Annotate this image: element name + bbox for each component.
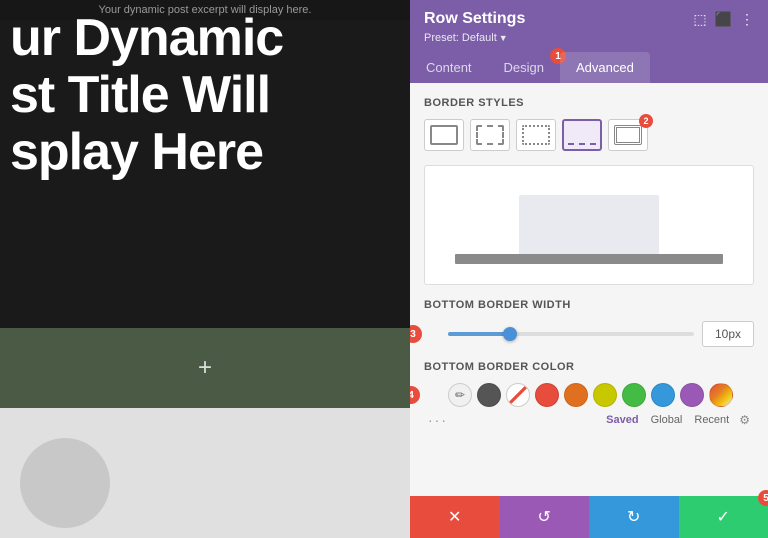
panel-tabs: Content Design 1 Advanced (410, 52, 768, 83)
reset-button[interactable]: ↺ (500, 496, 590, 538)
preview-area: Your dynamic post excerpt will display h… (0, 0, 410, 538)
color-swatch-green[interactable] (622, 383, 646, 407)
solid-border-icon (430, 125, 458, 145)
border-width-slider-row: 3 10px (424, 321, 754, 347)
color-swatches: 4 ✏ (424, 383, 754, 407)
border-double-button[interactable]: 2 (608, 119, 648, 151)
border-width-label: Bottom Border Width (424, 299, 754, 311)
color-swatch-blue[interactable] (651, 383, 675, 407)
color-swatch-red[interactable] (535, 383, 559, 407)
panel-title: Row Settings (424, 10, 525, 28)
columns-icon[interactable]: ⬛ (715, 11, 732, 28)
saved-button[interactable]: Saved (600, 412, 644, 428)
border-dotted-button[interactable] (516, 119, 556, 151)
border-styles-label: Border Styles (424, 97, 754, 109)
border-styles-group: 2 (424, 119, 754, 151)
preview-title: ur Dynamic st Title Will splay Here (0, 0, 303, 192)
resize-icon[interactable]: ⬚ (693, 11, 706, 28)
border-width-badge: 3 (410, 325, 422, 343)
border-width-slider[interactable] (448, 332, 694, 336)
bottom-dashed-border-icon (568, 125, 596, 145)
color-swatch-dark[interactable] (477, 383, 501, 407)
save-button[interactable]: ✓ 5 (679, 496, 768, 538)
dotted-border-icon (522, 125, 550, 145)
cancel-icon: ✕ (448, 507, 461, 527)
color-swatch-transparent[interactable] (506, 383, 530, 407)
preview-green-band[interactable]: + (0, 328, 410, 408)
color-swatch-gradient[interactable] (709, 383, 733, 407)
panel-header-icons: ⬚ ⬛ ⋮ (693, 11, 754, 28)
slider-fill (448, 332, 510, 336)
footer-save-badge: 5 (758, 490, 768, 506)
border-bottom-dashed-button[interactable] (562, 119, 602, 151)
border-preview-inner (519, 195, 659, 255)
cancel-button[interactable]: ✕ (410, 496, 500, 538)
color-dropper-button[interactable]: ✏ (448, 383, 472, 407)
global-button[interactable]: Global (645, 412, 689, 428)
border-preview (424, 165, 754, 285)
color-swatch-orange[interactable] (564, 383, 588, 407)
border-style-badge: 2 (639, 114, 653, 128)
border-preview-bottom-line (455, 254, 723, 264)
add-section-button[interactable]: + (198, 354, 212, 382)
border-color-section: Bottom Border Color 4 ✏ ··· Saved Global… (424, 361, 754, 429)
preview-bottom (0, 408, 410, 538)
tab-advanced[interactable]: Advanced (560, 52, 650, 83)
panel-content: Border Styles 2 Bott (410, 83, 768, 496)
recent-button[interactable]: Recent (688, 412, 735, 428)
preview-circle-decoration (20, 438, 110, 528)
more-options-icon[interactable]: ⋮ (740, 11, 754, 28)
tab-design[interactable]: Design 1 (488, 52, 560, 83)
double-border-icon (614, 125, 642, 145)
slider-thumb[interactable] (503, 327, 517, 341)
border-dashed-button[interactable] (470, 119, 510, 151)
dashed-border-icon (476, 125, 504, 145)
color-more-dots[interactable]: ··· (424, 412, 448, 428)
color-swatch-purple[interactable] (680, 383, 704, 407)
save-icon: ✓ (717, 507, 730, 527)
redo-icon: ↻ (627, 507, 640, 527)
color-settings-icon[interactable]: ⚙ (735, 411, 754, 429)
border-solid-button[interactable] (424, 119, 464, 151)
color-swatch-yellow[interactable] (593, 383, 617, 407)
tab-content[interactable]: Content (410, 52, 488, 83)
panel-footer: ✕ ↺ ↻ ✓ 5 (410, 496, 768, 538)
preset-arrow-icon: ▼ (499, 33, 508, 43)
border-color-label: Bottom Border Color (424, 361, 754, 373)
preset-selector[interactable]: Preset: Default ▼ (424, 32, 754, 44)
color-actions: ··· Saved Global Recent ⚙ (424, 411, 754, 429)
panel-header: Row Settings ⬚ ⬛ ⋮ Preset: Default ▼ (410, 0, 768, 52)
border-width-section: Bottom Border Width 3 10px (424, 299, 754, 347)
border-width-value[interactable]: 10px (702, 321, 754, 347)
redo-button[interactable]: ↻ (589, 496, 679, 538)
color-badge: 4 (410, 386, 420, 404)
panel-header-top: Row Settings ⬚ ⬛ ⋮ (424, 10, 754, 28)
reset-icon: ↺ (538, 507, 551, 527)
settings-panel: Row Settings ⬚ ⬛ ⋮ Preset: Default ▼ Con… (410, 0, 768, 538)
